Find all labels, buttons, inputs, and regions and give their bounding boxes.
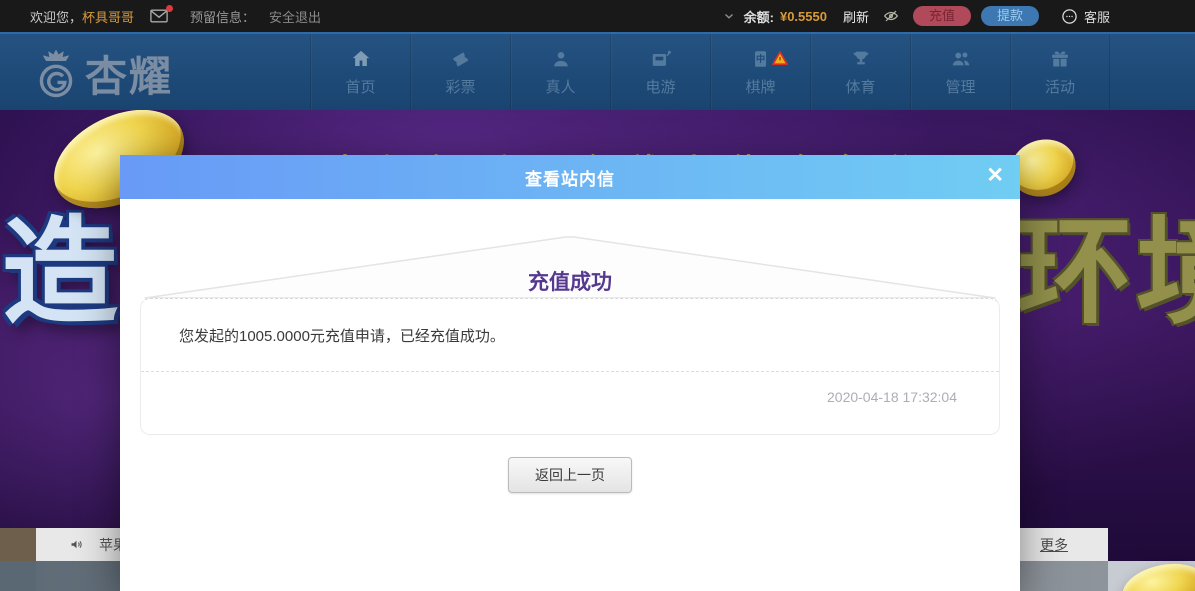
more-link[interactable]: 更多	[1040, 535, 1068, 555]
nav-label: 彩票	[445, 78, 476, 96]
welcome-label: 欢迎您，	[30, 9, 83, 25]
balance-value: ¥0.5550	[779, 8, 827, 24]
unread-badge	[166, 5, 174, 12]
banner-big-text-right: 环境	[1016, 207, 1195, 337]
balance-label: 余额:	[743, 9, 774, 25]
chevron-down-icon[interactable]	[722, 9, 736, 23]
nav-item-home[interactable]: 首页	[310, 34, 410, 110]
modal-title: 查看站内信	[525, 169, 615, 189]
nav-label: 管理	[945, 78, 976, 96]
message-timestamp: 2020-04-18 17:32:04	[827, 389, 957, 405]
main-nav: 杏耀 首页 彩票 真人 电游 中 棋牌 体育 管理 活动	[0, 32, 1195, 110]
site-logo[interactable]: 杏耀	[33, 43, 173, 104]
crest-logo-icon	[39, 48, 73, 97]
nav-item-lottery[interactable]: 彩票	[410, 34, 510, 110]
nav-label: 电游	[645, 78, 676, 96]
message-letter: 您发起的1005.0000元充值申请，已经充值成功。 2020-04-18 17…	[140, 298, 1000, 435]
chat-bubble-icon	[1062, 8, 1077, 24]
message-title: 充值成功	[528, 271, 612, 294]
withdraw-button[interactable]: 提款	[980, 6, 1039, 26]
modal-header: 查看站内信 ✕	[120, 155, 1020, 199]
ticket-icon	[450, 48, 472, 70]
logo-text: 杏耀	[85, 53, 174, 100]
mail-view-modal: 查看站内信 ✕ 充值成功 您发起的1005.0000元充值申请，已经充值成功。 …	[120, 155, 1020, 591]
nav-label: 活动	[1044, 78, 1075, 96]
background-edge-block	[0, 561, 36, 591]
nav-items: 首页 彩票 真人 电游 中 棋牌 体育 管理 活动	[310, 34, 1110, 110]
username-link[interactable]: 杯具哥哥	[82, 7, 134, 26]
mahjong-tile-icon: 中	[750, 48, 772, 70]
gift-icon	[1049, 48, 1071, 70]
top-bar: 欢迎您， 杯具哥哥 预留信息： 安全退出 余额: ¥0.5550 刷新 充值 提…	[0, 0, 1195, 32]
back-button[interactable]: 返回上一页	[508, 457, 632, 493]
svg-text:中: 中	[755, 53, 764, 64]
home-icon	[350, 48, 372, 70]
slot-machine-icon	[650, 48, 672, 70]
message-body: 您发起的1005.0000元充值申请，已经充值成功。	[141, 299, 999, 372]
nav-item-sports[interactable]: 体育	[810, 34, 910, 110]
nav-item-manage[interactable]: 管理	[910, 34, 1010, 110]
nav-label: 体育	[845, 78, 876, 96]
trophy-icon	[850, 48, 872, 70]
deposit-button[interactable]: 充值	[912, 6, 971, 26]
close-icon[interactable]: ✕	[986, 163, 1004, 189]
nav-label: 首页	[345, 78, 376, 96]
nav-item-boardgames[interactable]: 中 棋牌	[710, 34, 810, 110]
page: 欢迎您， 杯具哥哥 预留信息： 安全退出 余额: ¥0.5550 刷新 充值 提…	[0, 0, 1195, 591]
customer-service-button[interactable]: 客服	[1061, 7, 1110, 26]
banner-big-text-left: 造	[2, 207, 118, 337]
nav-item-promos[interactable]: 活动	[1010, 34, 1110, 110]
service-label: 客服	[1083, 9, 1110, 25]
envelope-icon[interactable]	[150, 5, 174, 23]
speaker-icon	[68, 537, 85, 552]
users-icon	[950, 48, 972, 70]
nav-item-egames[interactable]: 电游	[610, 34, 710, 110]
reserved-info-label: 预留信息：	[190, 9, 256, 25]
top-bar-right: 余额: ¥0.5550 刷新 充值 提款 客服	[722, 6, 1110, 26]
eye-off-icon[interactable]	[881, 8, 901, 24]
nav-label: 棋牌	[745, 78, 776, 96]
refresh-balance-button[interactable]: 刷新	[843, 7, 869, 26]
person-icon	[550, 48, 572, 70]
background-edge-block	[0, 528, 36, 561]
warning-triangle-icon	[771, 50, 789, 67]
logout-link[interactable]: 安全退出	[269, 7, 321, 26]
nav-item-live[interactable]: 真人	[510, 34, 610, 110]
nav-label: 真人	[545, 78, 576, 96]
